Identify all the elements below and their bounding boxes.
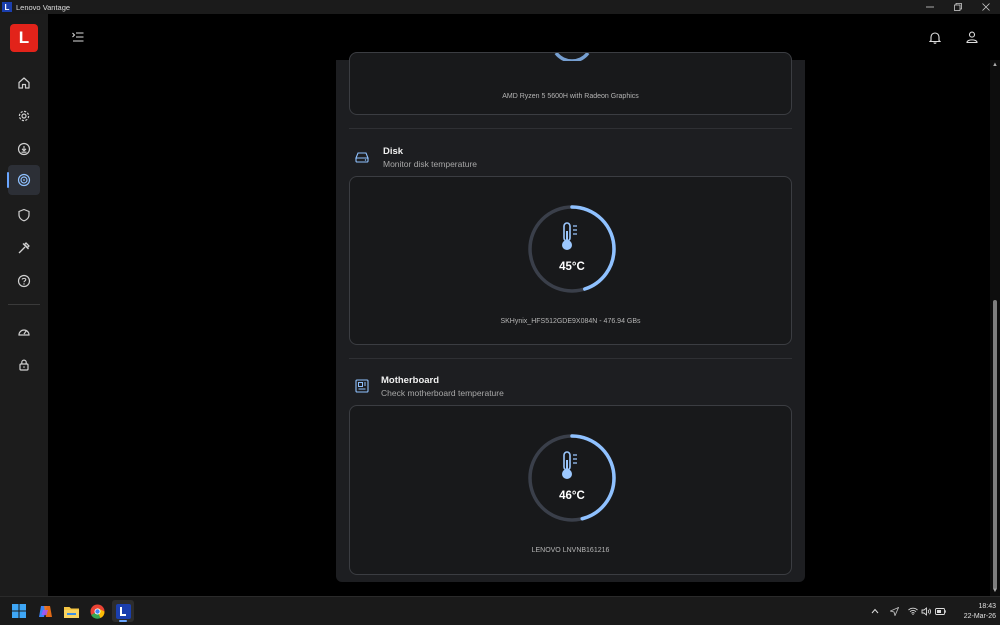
thermometer-icon <box>562 222 577 250</box>
close-icon <box>982 3 990 11</box>
nav-help[interactable] <box>8 266 40 296</box>
lock-icon <box>19 359 29 371</box>
tray-battery[interactable] <box>933 604 947 618</box>
scroll-down-arrow-icon[interactable]: ▼ <box>992 588 998 594</box>
copilot-icon <box>38 605 52 617</box>
nav-performance[interactable] <box>8 317 40 347</box>
tray-volume[interactable] <box>919 604 933 618</box>
window-title-bar: L Lenovo Vantage <box>0 0 1000 14</box>
nav-security[interactable] <box>8 200 40 230</box>
restore-button[interactable] <box>944 0 972 14</box>
location-icon <box>889 606 899 616</box>
tray-location[interactable] <box>887 604 901 618</box>
account-button[interactable] <box>962 27 982 47</box>
download-icon <box>17 142 31 156</box>
taskbar-copilot[interactable] <box>34 600 56 622</box>
motherboard-temperature-card: 46°C LENOVO LNVNB161216 <box>349 405 792 575</box>
taskbar-lenovo-vantage[interactable] <box>112 600 134 622</box>
taskbar: 18:43 22-Mar-26 <box>0 596 1000 625</box>
vertical-scrollbar[interactable]: ▲ ▼ <box>990 60 1000 596</box>
motherboard-subtitle: Check motherboard temperature <box>381 388 504 398</box>
system-clock[interactable]: 18:43 22-Mar-26 <box>946 602 996 622</box>
cpu-card: AMD Ryzen 5 5600H with Radeon Graphics <box>349 52 792 115</box>
cpu-caption: AMD Ryzen 5 5600H with Radeon Graphics <box>502 93 639 100</box>
disk-icon <box>355 152 369 163</box>
help-icon <box>17 274 31 288</box>
nav-updates[interactable] <box>8 134 40 164</box>
menu-collapse-icon <box>72 32 84 42</box>
menu-toggle-button[interactable] <box>68 28 88 46</box>
section-divider <box>349 358 792 359</box>
thermometer-icon <box>562 451 577 479</box>
cpu-gauge-arc <box>554 53 590 61</box>
restore-icon <box>954 3 962 11</box>
nav-lock[interactable] <box>8 350 40 380</box>
motherboard-temperature-gauge: 46°C <box>526 432 618 524</box>
notifications-button[interactable] <box>925 27 945 47</box>
disk-title: Disk <box>383 146 404 157</box>
chrome-icon <box>90 604 105 619</box>
clock-time: 18:43 <box>978 603 996 610</box>
motherboard-caption: LENOVO LNVNB161216 <box>531 547 610 554</box>
nav-device-settings[interactable] <box>8 101 40 131</box>
close-button[interactable] <box>972 0 1000 14</box>
speedometer-icon <box>18 329 30 336</box>
nav-device-health[interactable] <box>7 165 40 195</box>
shield-icon <box>18 208 30 222</box>
bell-icon <box>929 31 941 44</box>
tools-icon <box>18 242 30 254</box>
section-divider <box>349 128 792 129</box>
motherboard-title: Motherboard <box>381 375 440 386</box>
app-badge-icon: L <box>2 2 12 12</box>
tray-overflow[interactable] <box>868 604 882 618</box>
lenovo-vantage-icon <box>115 603 131 619</box>
home-icon <box>18 77 30 89</box>
lenovo-logo[interactable]: L <box>10 24 38 52</box>
nav-home[interactable] <box>8 68 40 98</box>
motherboard-temperature-value: 46°C <box>559 490 585 502</box>
file-explorer-icon <box>63 606 79 618</box>
disk-caption: SKHynix_HFS512GDE9X084N - 476.94 GBs <box>500 318 641 325</box>
motherboard-icon <box>355 379 369 393</box>
disk-subtitle: Monitor disk temperature <box>383 159 478 169</box>
taskbar-chrome[interactable] <box>86 600 108 622</box>
clock-date: 22-Mar-26 <box>963 613 996 620</box>
motherboard-section-icon <box>353 377 371 395</box>
minimize-button[interactable] <box>916 0 944 14</box>
rail-divider <box>8 304 40 305</box>
gear-icon <box>18 110 30 122</box>
disk-section-icon <box>353 148 371 166</box>
chevron-up-icon <box>871 608 879 614</box>
device-health-icon <box>17 173 31 187</box>
account-icon <box>966 31 978 43</box>
tray-wifi[interactable] <box>906 604 920 618</box>
disk-temperature-value: 45°C <box>559 261 585 273</box>
volume-icon <box>921 606 931 616</box>
minimize-icon <box>926 6 934 8</box>
navigation-rail: L <box>0 14 48 596</box>
scroll-up-arrow-icon[interactable]: ▲ <box>992 62 998 68</box>
device-health-panel: AMD Ryzen 5 5600H with Radeon Graphics D… <box>336 52 805 582</box>
start-button[interactable] <box>8 600 30 622</box>
disk-temperature-card: 45°C SKHynix_HFS512GDE9X084N - 476.94 GB… <box>349 176 792 345</box>
windows-start-icon <box>12 604 26 618</box>
disk-temperature-gauge: 45°C <box>526 203 618 295</box>
wifi-icon <box>908 607 918 615</box>
nav-tools[interactable] <box>8 233 40 263</box>
taskbar-file-explorer[interactable] <box>60 600 82 622</box>
window-title: Lenovo Vantage <box>16 2 71 12</box>
battery-icon <box>934 607 946 615</box>
scrollbar-thumb[interactable] <box>993 300 997 590</box>
